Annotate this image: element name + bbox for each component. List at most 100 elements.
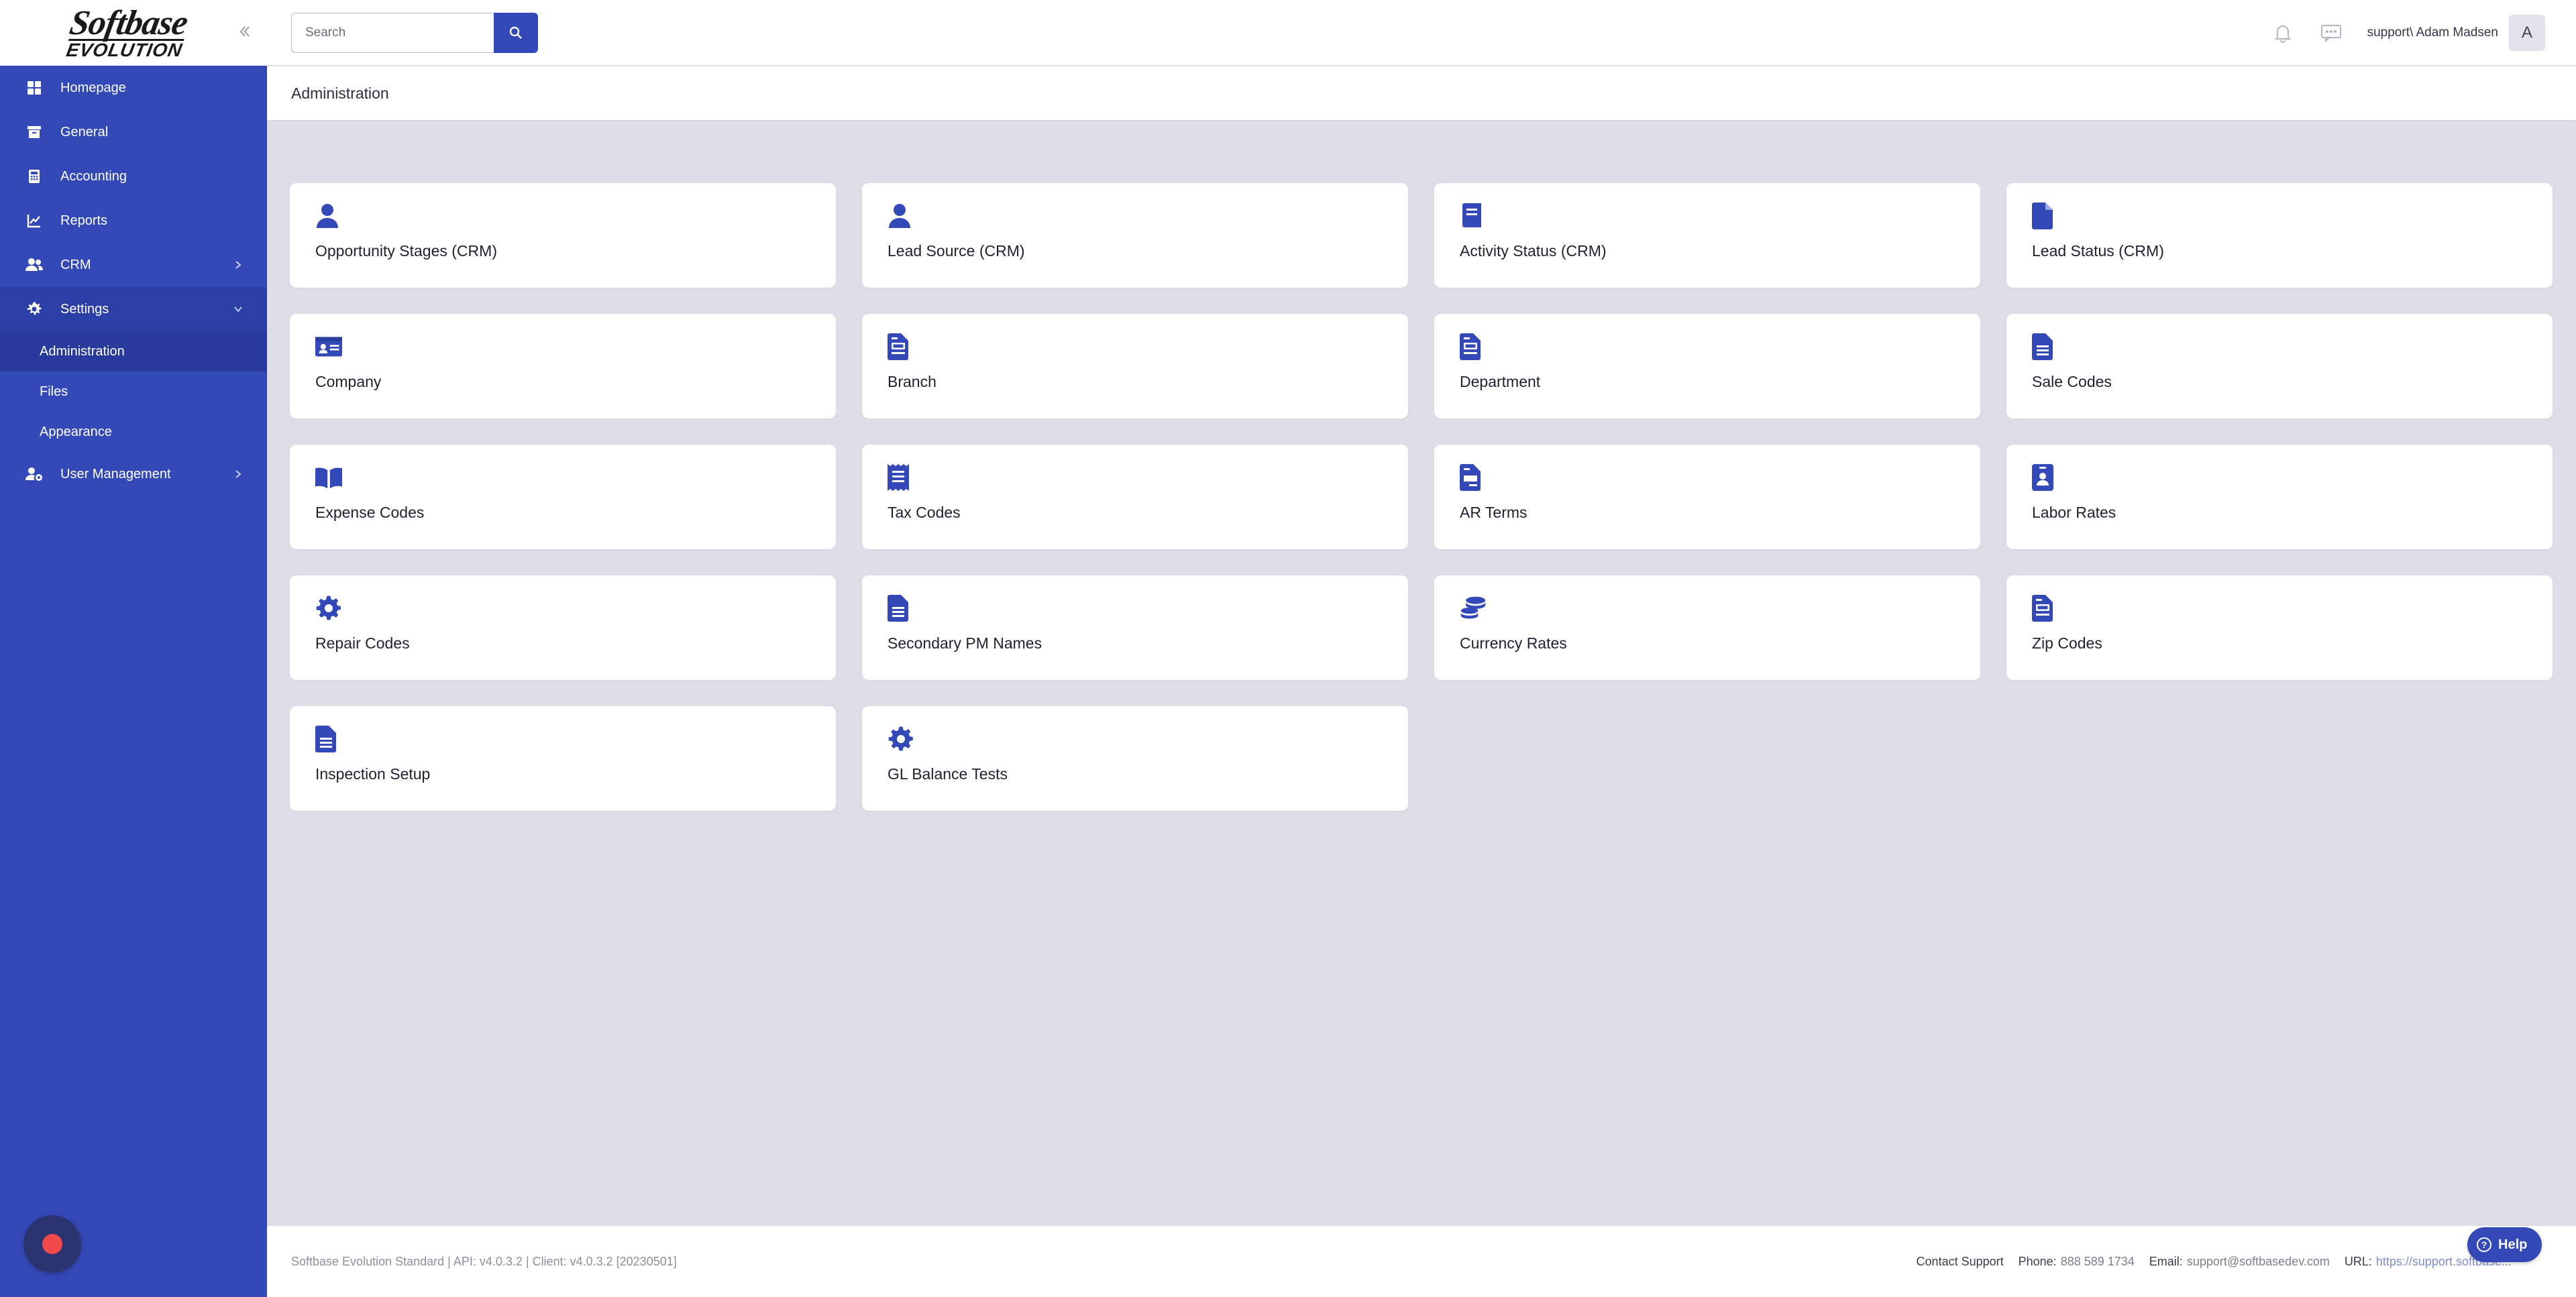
sidebar-item-label: User Management xyxy=(60,466,171,482)
user-name[interactable]: support\ Adam Madsen xyxy=(2367,25,2498,40)
sidebar-subitem-appearance[interactable]: Appearance xyxy=(0,412,267,452)
grid-icon xyxy=(24,78,44,98)
sidebar-item-label: General xyxy=(60,124,109,139)
card-expense-codes[interactable]: Expense Codes xyxy=(290,445,836,549)
question-circle-icon: ? xyxy=(2477,1237,2491,1252)
card-title: Activity Status (CRM) xyxy=(1460,242,1607,260)
sidebar: Softbase EVOLUTION Homepage General Acco… xyxy=(0,0,267,1297)
card-title: Opportunity Stages (CRM) xyxy=(315,242,497,260)
sidebar-item-crm[interactable]: CRM xyxy=(0,243,267,287)
card-title: AR Terms xyxy=(1460,504,1527,521)
contact-support-label: Contact Support xyxy=(1916,1254,2004,1268)
phone-label: Phone: xyxy=(2018,1254,2057,1268)
card-title: Company xyxy=(315,373,382,390)
card-sale-codes[interactable]: Sale Codes xyxy=(2006,314,2553,418)
logo-text-bottom: EVOLUTION xyxy=(64,38,184,60)
sidebar-item-user-management[interactable]: User Management xyxy=(0,452,267,496)
file-contract-icon xyxy=(888,333,914,361)
softbase-logo[interactable]: Softbase EVOLUTION xyxy=(64,4,191,60)
card-lead-source[interactable]: Lead Source (CRM) xyxy=(862,183,1408,288)
search-icon xyxy=(509,26,522,39)
sidebar-item-label: Homepage xyxy=(60,80,126,95)
receipt-icon xyxy=(888,463,914,492)
card-title: Department xyxy=(1460,373,1541,390)
card-tax-codes[interactable]: Tax Codes xyxy=(862,445,1408,549)
card-title: Currency Rates xyxy=(1460,634,1567,652)
card-opportunity-stages[interactable]: Opportunity Stages (CRM) xyxy=(290,183,836,288)
card-zip-codes[interactable]: Zip Codes xyxy=(2006,575,2553,680)
card-lead-status[interactable]: Lead Status (CRM) xyxy=(2006,183,2553,288)
sidebar-item-homepage[interactable]: Homepage xyxy=(0,66,267,110)
version-info: Softbase Evolution Standard | API: v4.0.… xyxy=(291,1254,677,1268)
chevron-down-icon xyxy=(232,303,244,315)
card-activity-status[interactable]: Activity Status (CRM) xyxy=(1434,183,1980,288)
card-gl-balance-tests[interactable]: GL Balance Tests xyxy=(862,706,1408,811)
avatar[interactable]: A xyxy=(2509,14,2545,51)
card-title: Repair Codes xyxy=(315,634,410,652)
file-contract-icon xyxy=(1460,333,1487,361)
chevron-right-icon xyxy=(232,468,244,480)
card-department[interactable]: Department xyxy=(1434,314,1980,418)
email-value[interactable]: support@softbasedev.com xyxy=(2187,1255,2330,1269)
card-ar-terms[interactable]: AR Terms xyxy=(1434,445,1980,549)
archive-icon xyxy=(24,122,44,142)
messages-button[interactable] xyxy=(2318,19,2345,46)
card-repair-codes[interactable]: Repair Codes xyxy=(290,575,836,680)
url-label: URL: xyxy=(2344,1254,2372,1268)
card-currency-rates[interactable]: Currency Rates xyxy=(1434,575,1980,680)
card-title: Branch xyxy=(888,373,936,390)
card-title: Expense Codes xyxy=(315,504,425,521)
file-lines-icon xyxy=(888,594,914,622)
record-button[interactable] xyxy=(23,1215,81,1273)
help-button[interactable]: ? Help xyxy=(2467,1227,2542,1262)
search-bar xyxy=(291,12,538,53)
card-title: GL Balance Tests xyxy=(888,765,1008,783)
sidebar-subitem-label: Administration xyxy=(40,343,125,359)
page-header: Administration xyxy=(267,66,2576,120)
admin-card-grid: Opportunity Stages (CRM) Lead Source (CR… xyxy=(290,183,2553,811)
calculator-icon xyxy=(24,166,44,186)
card-secondary-pm-names[interactable]: Secondary PM Names xyxy=(862,575,1408,680)
card-title: Lead Source (CRM) xyxy=(888,242,1025,260)
notifications-button[interactable] xyxy=(2269,19,2296,46)
sidebar-item-label: Reports xyxy=(60,213,108,228)
sidebar-subitem-label: Appearance xyxy=(40,424,112,439)
sidebar-item-general[interactable]: General xyxy=(0,110,267,154)
file-lines-icon xyxy=(315,725,342,753)
file-icon xyxy=(2032,202,2059,230)
help-label: Help xyxy=(2498,1237,2528,1252)
top-bar: support\ Adam Madsen A xyxy=(267,0,2576,66)
sidebar-subitem-label: Files xyxy=(40,384,68,399)
file-invoice-icon xyxy=(1460,463,1487,492)
card-branch[interactable]: Branch xyxy=(862,314,1408,418)
card-title: Labor Rates xyxy=(2032,504,2116,521)
gear-icon xyxy=(315,594,342,622)
id-badge-icon xyxy=(2032,463,2059,492)
card-title: Sale Codes xyxy=(2032,373,2112,390)
sidebar-item-label: Settings xyxy=(60,301,109,317)
file-contract-icon xyxy=(2032,594,2059,622)
brand-header: Softbase EVOLUTION xyxy=(0,0,267,66)
footer: Softbase Evolution Standard | API: v4.0.… xyxy=(267,1226,2576,1297)
sidebar-subitem-administration[interactable]: Administration xyxy=(0,331,267,372)
search-input[interactable] xyxy=(291,12,494,53)
coins-icon xyxy=(1460,594,1487,622)
sidebar-collapse-button[interactable] xyxy=(233,20,256,43)
card-title: Tax Codes xyxy=(888,504,961,521)
chart-line-icon xyxy=(24,211,44,231)
card-title: Lead Status (CRM) xyxy=(2032,242,2164,260)
sidebar-subitem-files[interactable]: Files xyxy=(0,372,267,412)
sidebar-item-reports[interactable]: Reports xyxy=(0,199,267,243)
book-open-icon xyxy=(315,463,342,492)
sidebar-item-settings[interactable]: Settings xyxy=(0,287,267,331)
card-inspection-setup[interactable]: Inspection Setup xyxy=(290,706,836,811)
search-button[interactable] xyxy=(494,12,538,53)
card-labor-rates[interactable]: Labor Rates xyxy=(2006,445,2553,549)
card-company[interactable]: Company xyxy=(290,314,836,418)
email-label: Email: xyxy=(2149,1254,2183,1268)
user-cog-icon xyxy=(24,464,44,484)
gear-icon xyxy=(24,299,44,319)
sidebar-item-accounting[interactable]: Accounting xyxy=(0,154,267,199)
id-card-icon xyxy=(315,333,342,361)
support-info: Contact Support Phone: 888 589 1734 Emai… xyxy=(1917,1255,2552,1269)
